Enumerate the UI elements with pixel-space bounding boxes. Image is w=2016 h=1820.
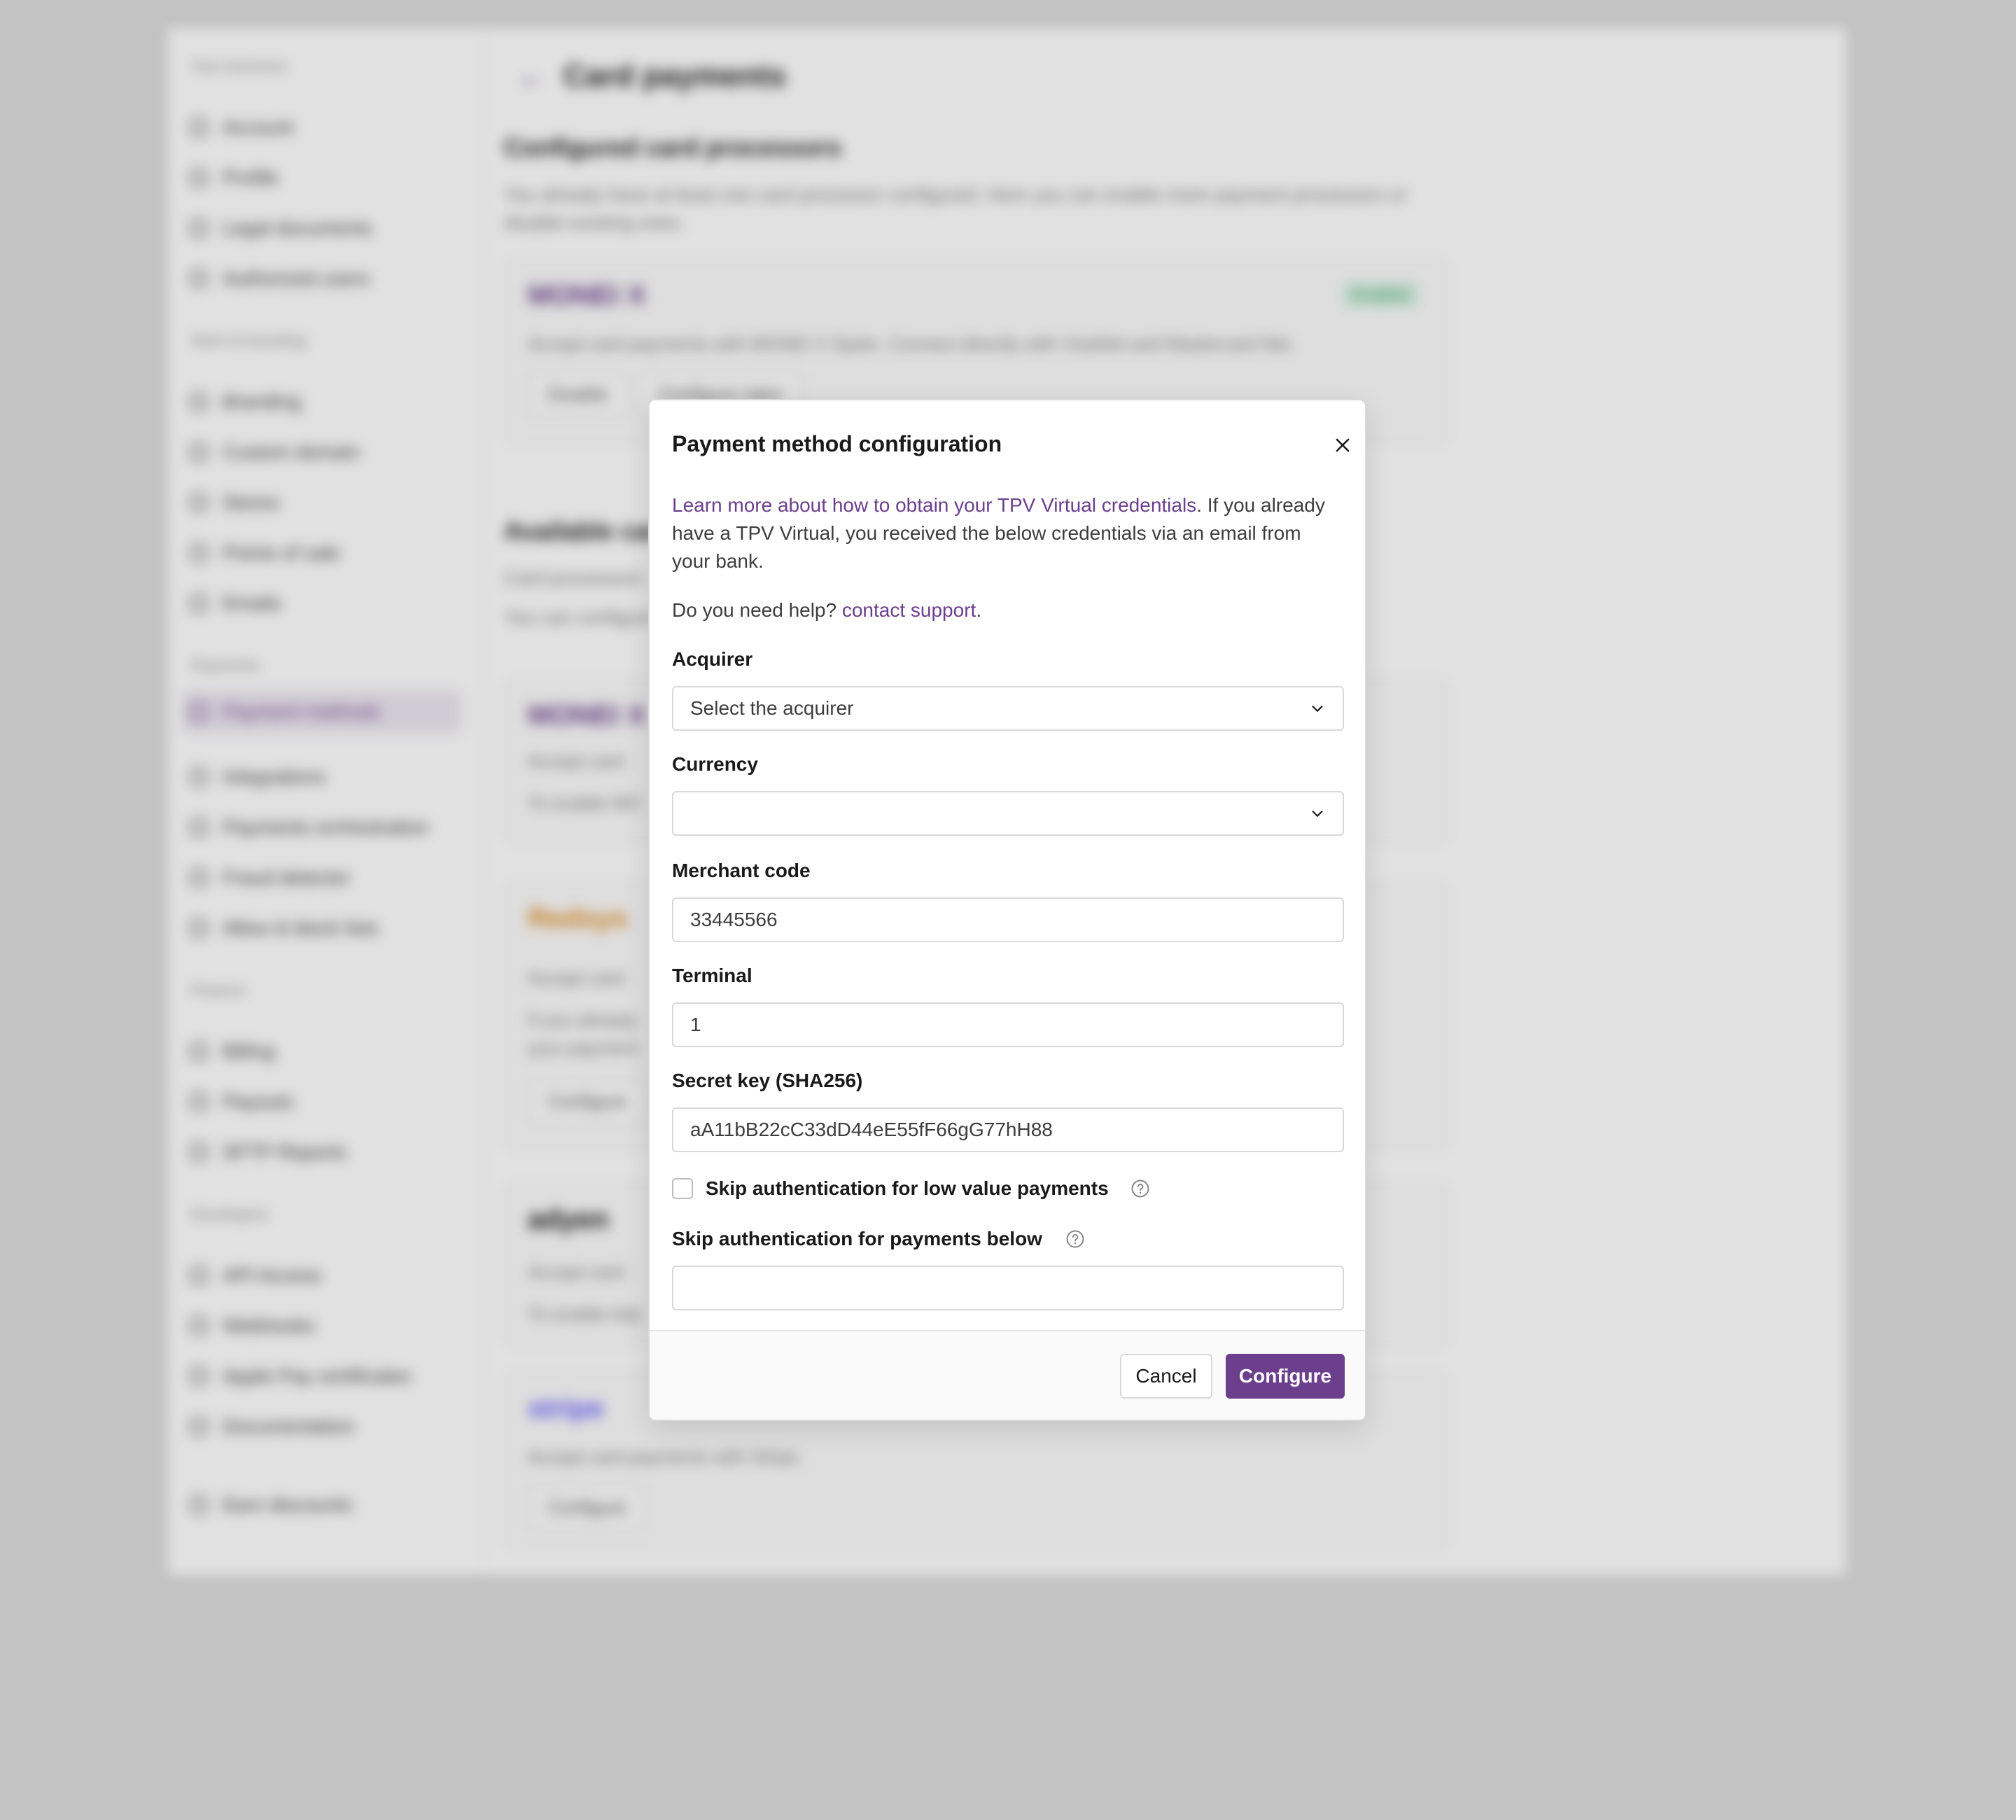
help-circle-icon[interactable] <box>1130 1178 1151 1199</box>
skip-low-value-row: Skip authentication for low value paymen… <box>672 1177 1151 1200</box>
merchant-code-label: Merchant code <box>672 860 811 881</box>
configure-button[interactable]: Configure <box>1226 1354 1345 1399</box>
skip-low-value-label[interactable]: Skip authentication for low value paymen… <box>706 1177 1109 1200</box>
modal-footer: Cancel Configure <box>650 1330 1365 1420</box>
payment-method-config-modal: Payment method configuration Learn more … <box>648 399 1366 1421</box>
acquirer-select[interactable]: Select the acquirer <box>672 686 1344 731</box>
help-text: Do you need help? contact support. <box>672 599 982 621</box>
secret-key-input[interactable] <box>672 1107 1344 1152</box>
secret-key-label: Secret key (SHA256) <box>672 1070 863 1091</box>
intro-text: Learn more about how to obtain your TPV … <box>672 494 1325 572</box>
modal-title: Payment method configuration <box>672 431 1002 456</box>
contact-support-link[interactable]: contact support <box>842 599 976 621</box>
chevron-down-icon <box>1309 700 1326 717</box>
help-circle-icon[interactable] <box>1065 1228 1086 1250</box>
currency-label: Currency <box>672 753 758 775</box>
merchant-code-input[interactable] <box>672 897 1344 942</box>
skip-below-label-row: Skip authentication for payments below <box>672 1228 1086 1250</box>
acquirer-select-value: Select the acquirer <box>690 697 854 719</box>
close-button[interactable] <box>1329 431 1357 459</box>
currency-select[interactable] <box>672 791 1344 836</box>
terminal-label: Terminal <box>672 965 752 986</box>
terminal-input[interactable] <box>672 1002 1344 1047</box>
skip-below-input[interactable] <box>672 1266 1344 1310</box>
learn-more-link[interactable]: Learn more about how to obtain your TPV … <box>672 494 1196 516</box>
skip-low-value-checkbox[interactable] <box>672 1178 693 1199</box>
skip-below-label-text: Skip authentication for payments below <box>672 1228 1042 1250</box>
chevron-down-icon <box>1309 805 1326 822</box>
close-icon <box>1336 438 1350 452</box>
cancel-button[interactable]: Cancel <box>1120 1354 1212 1399</box>
acquirer-label: Acquirer <box>672 648 753 670</box>
